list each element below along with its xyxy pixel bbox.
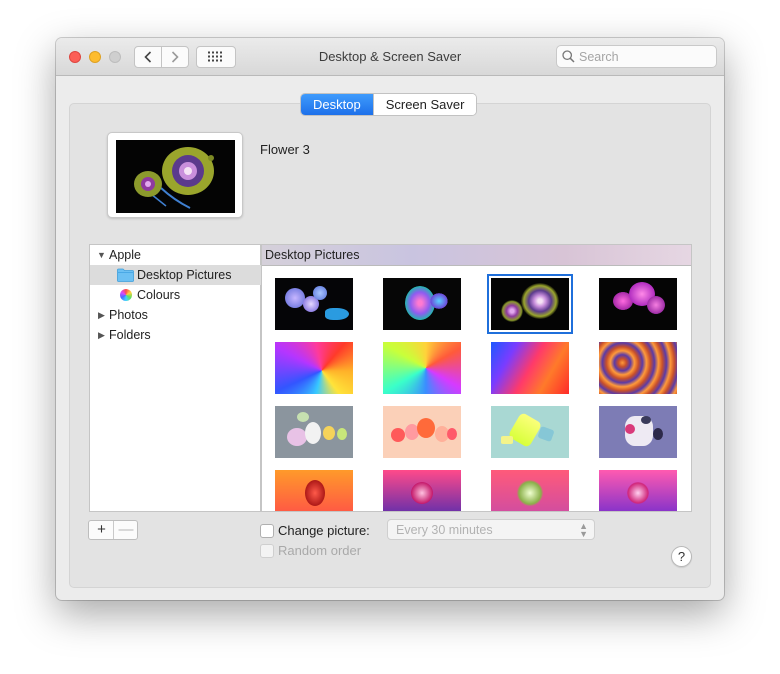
random-order-checkbox[interactable] xyxy=(260,544,274,558)
sidebar-item-photos[interactable]: ▶ Photos xyxy=(90,305,262,325)
stepper-arrows-icon: ▲ ▼ xyxy=(579,521,588,539)
wallpaper-thumbnail[interactable] xyxy=(491,470,569,511)
tab-bar: Desktop Screen Saver xyxy=(301,94,477,115)
change-picture-label: Change picture: xyxy=(278,523,370,538)
wallpaper-thumbnail[interactable] xyxy=(491,342,569,394)
minimize-window-button[interactable] xyxy=(89,51,101,63)
random-order-label: Random order xyxy=(278,543,362,558)
forward-button[interactable] xyxy=(161,46,189,68)
wallpaper-thumbnail[interactable] xyxy=(383,278,461,330)
preferences-window: Desktop & Screen Saver Search Desktop Sc… xyxy=(56,38,724,600)
wallpaper-thumbnail[interactable] xyxy=(275,278,353,330)
search-placeholder: Search xyxy=(579,50,619,64)
wallpaper-thumbnail[interactable] xyxy=(275,406,353,458)
disclosure-collapsed-icon[interactable]: ▶ xyxy=(98,325,105,345)
search-icon xyxy=(562,50,575,63)
wallpaper-thumbnail[interactable] xyxy=(599,342,677,394)
current-picture-preview xyxy=(107,132,243,218)
zoom-window-button[interactable] xyxy=(109,51,121,63)
add-folder-button[interactable]: + xyxy=(89,521,114,539)
disclosure-expanded-icon[interactable]: ▼ xyxy=(97,245,106,265)
wallpaper-thumbnail[interactable] xyxy=(599,278,677,330)
window-title: Desktop & Screen Saver xyxy=(318,49,462,64)
show-all-button[interactable] xyxy=(196,46,236,68)
help-button[interactable]: ? xyxy=(671,546,692,567)
wallpaper-thumbnail[interactable] xyxy=(383,470,461,511)
folder-icon xyxy=(117,268,134,282)
tab-screen-saver[interactable]: Screen Saver xyxy=(372,94,477,115)
chevron-left-icon xyxy=(144,51,152,63)
gallery-header: Desktop Pictures xyxy=(262,245,691,266)
source-list: ▼ Apple Desktop Pictures Colours ▶ Photo… xyxy=(89,244,262,512)
sidebar-item-label: Desktop Pictures xyxy=(137,268,232,282)
tab-desktop[interactable]: Desktop xyxy=(301,94,373,115)
sidebar-item-label: Folders xyxy=(109,328,151,342)
wallpaper-thumbnail[interactable] xyxy=(383,406,461,458)
sidebar-item-label: Apple xyxy=(109,248,141,262)
interval-select[interactable]: Every 30 minutes ▲ ▼ xyxy=(387,519,595,540)
wallpaper-thumbnail[interactable] xyxy=(275,470,353,511)
wallpaper-thumbnail-selected[interactable] xyxy=(487,274,573,334)
wallpaper-thumbnail[interactable] xyxy=(491,406,569,458)
grid-icon xyxy=(208,51,222,62)
wallpaper-thumbnail[interactable] xyxy=(383,342,461,394)
colour-wheel-icon xyxy=(120,289,132,301)
sidebar-item-colours[interactable]: Colours xyxy=(90,285,262,305)
add-remove-buttons: + — xyxy=(88,520,138,540)
sidebar-item-apple[interactable]: ▼ Apple xyxy=(90,245,262,265)
disclosure-collapsed-icon[interactable]: ▶ xyxy=(98,305,105,325)
wallpaper-thumbnail[interactable] xyxy=(599,470,677,511)
sidebar-item-folders[interactable]: ▶ Folders xyxy=(90,325,262,345)
back-button[interactable] xyxy=(134,46,162,68)
chevron-right-icon xyxy=(171,51,179,63)
sidebar-item-label: Photos xyxy=(109,308,148,322)
sidebar-item-desktop-pictures[interactable]: Desktop Pictures xyxy=(90,265,262,285)
current-wallpaper-image xyxy=(116,140,235,213)
remove-folder-button[interactable]: — xyxy=(113,521,138,539)
search-field[interactable]: Search xyxy=(556,45,717,68)
sidebar-item-label: Colours xyxy=(137,288,181,302)
wallpaper-thumbnail[interactable] xyxy=(599,406,677,458)
wallpaper-thumbnail[interactable] xyxy=(275,342,353,394)
change-picture-checkbox[interactable] xyxy=(260,524,274,538)
wallpaper-gallery: Desktop Pictures xyxy=(261,244,692,512)
current-picture-name: Flower 3 xyxy=(260,142,310,157)
close-window-button[interactable] xyxy=(69,51,81,63)
title-bar: Desktop & Screen Saver Search xyxy=(56,38,724,76)
interval-value: Every 30 minutes xyxy=(396,523,493,537)
